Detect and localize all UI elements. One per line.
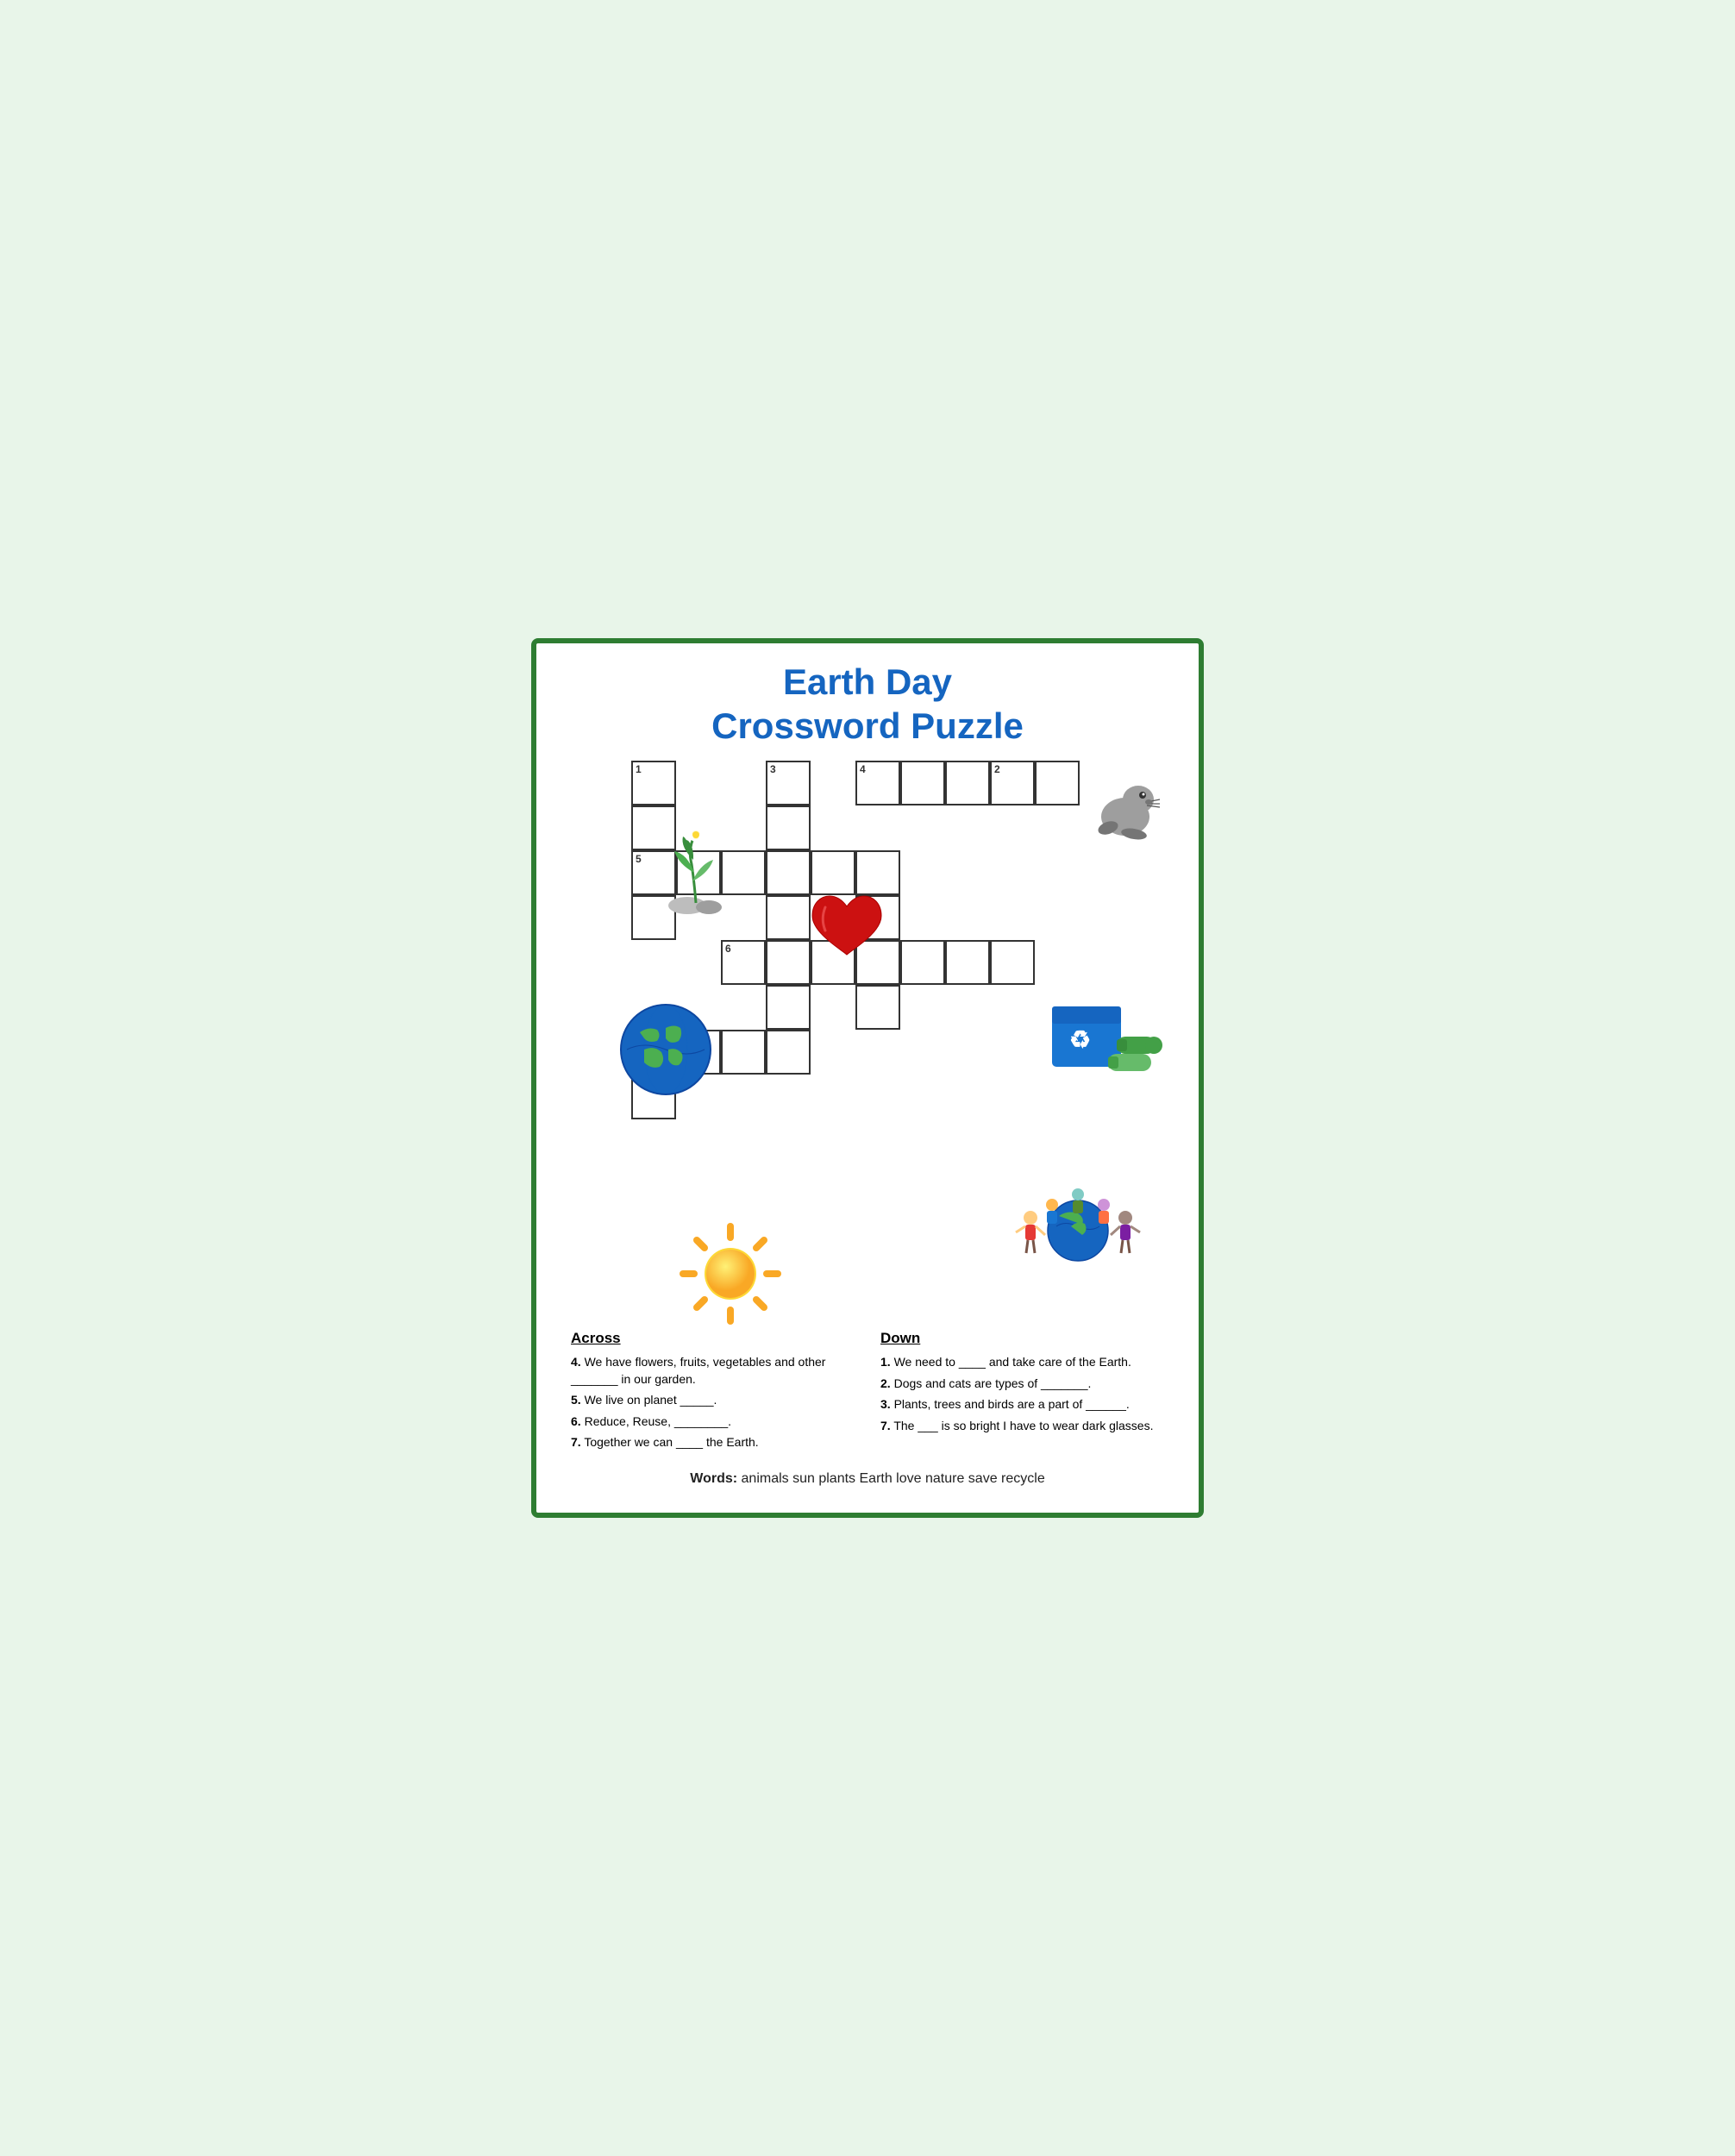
cell-5e[interactable] — [811, 850, 855, 895]
down-clues: Down 1. We need to ____ and take care of… — [880, 1330, 1164, 1456]
down-clue-1: 1. We need to ____ and take care of the … — [880, 1354, 1164, 1371]
plant-icon — [661, 830, 739, 920]
title-line2: Crossword Puzzle — [711, 705, 1024, 746]
cell-6f[interactable] — [945, 940, 990, 985]
cell-4b[interactable] — [900, 761, 945, 805]
cell-7d[interactable] — [766, 1030, 811, 1075]
across-clues: Across 4. We have flowers, fruits, veget… — [571, 1330, 855, 1456]
cell-1a[interactable]: 1 — [631, 761, 676, 805]
people-globe-icon — [1009, 1170, 1147, 1287]
down-title: Down — [880, 1330, 1164, 1347]
cell-r5c5[interactable] — [855, 985, 900, 1030]
across-clue-6: 6. Reduce, Reuse, ________. — [571, 1413, 855, 1431]
cell-r5c3[interactable] — [766, 985, 811, 1030]
seal-icon — [1087, 769, 1164, 851]
across-clue-5: 5. We live on planet _____. — [571, 1392, 855, 1409]
down-clue-3: 3. Plants, trees and birds are a part of… — [880, 1396, 1164, 1413]
cell-4a[interactable]: 4 — [855, 761, 900, 805]
cell-r3c3[interactable] — [766, 895, 811, 940]
heart-icon — [808, 894, 886, 963]
across-clue-7: 7. Together we can ____ the Earth. — [571, 1434, 855, 1451]
words-bank: Words: animals sun plants Earth love nat… — [562, 1471, 1173, 1487]
sun-icon — [674, 1218, 786, 1334]
globe-icon — [618, 1002, 713, 1101]
puzzle-area: 1 3 4 2 5 — [562, 761, 1173, 1313]
cell-6g[interactable] — [990, 940, 1035, 985]
page-title: Earth Day Crossword Puzzle — [562, 661, 1173, 748]
cell-4e[interactable] — [1035, 761, 1080, 805]
page: Earth Day Crossword Puzzle 1 3 4 2 — [531, 638, 1204, 1518]
svg-text:♻: ♻ — [1069, 1026, 1091, 1053]
cell-3a[interactable]: 3 — [766, 761, 811, 805]
cell-5d[interactable] — [766, 850, 811, 895]
down-clue-2: 2. Dogs and cats are types of _______. — [880, 1376, 1164, 1393]
words-label: Words: — [690, 1471, 737, 1486]
cell-7c[interactable] — [721, 1030, 766, 1075]
clues-section: Across 4. We have flowers, fruits, veget… — [562, 1330, 1173, 1456]
recycle-bin-icon: ♻ — [1043, 989, 1164, 1088]
cell-5f[interactable] — [855, 850, 900, 895]
across-clue-4: 4. We have flowers, fruits, vegetables a… — [571, 1354, 855, 1388]
words-list: animals sun plants Earth love nature sav… — [742, 1471, 1045, 1486]
cell-3b[interactable] — [766, 805, 811, 850]
down-clue-7: 7. The ___ is so bright I have to wear d… — [880, 1418, 1164, 1435]
cell-6b[interactable] — [766, 940, 811, 985]
cell-6e[interactable] — [900, 940, 945, 985]
cell-2a[interactable]: 2 — [990, 761, 1035, 805]
title-line1: Earth Day — [783, 661, 952, 702]
cell-6a[interactable]: 6 — [721, 940, 766, 985]
cell-4c[interactable] — [945, 761, 990, 805]
